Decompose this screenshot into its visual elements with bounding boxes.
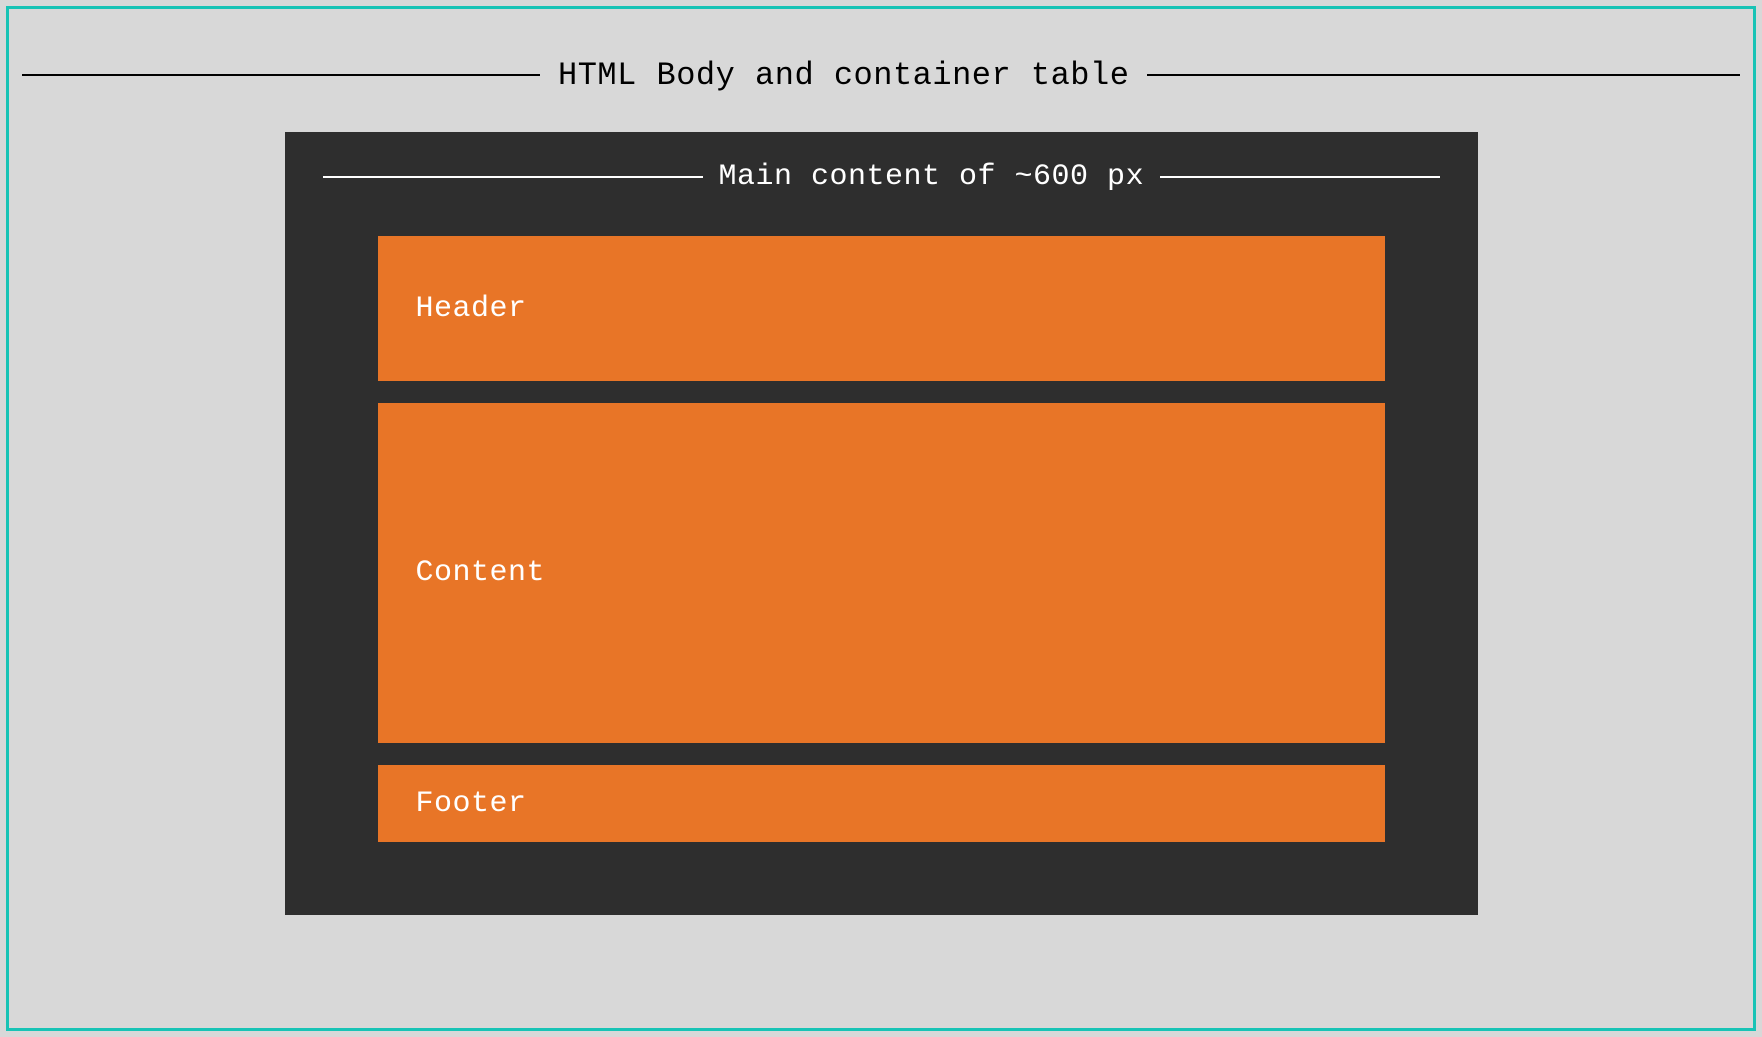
outer-title: HTML Body and container table	[540, 57, 1147, 94]
outer-title-row: HTML Body and container table	[22, 60, 1740, 90]
inner-panel: Main content of ~600 px Header Content F…	[285, 132, 1478, 915]
blocks-container: Header Content Footer	[378, 236, 1385, 842]
content-block-label: Content	[416, 556, 546, 590]
inner-title-line-left	[323, 176, 703, 178]
outer-title-line-right	[1147, 74, 1740, 76]
header-block-label: Header	[416, 292, 527, 326]
inner-title-row: Main content of ~600 px	[323, 160, 1440, 194]
footer-block-label: Footer	[416, 787, 527, 821]
footer-block: Footer	[378, 765, 1385, 842]
outer-container: HTML Body and container table Main conte…	[22, 60, 1740, 1015]
inner-title: Main content of ~600 px	[703, 160, 1161, 194]
outer-title-line-left	[22, 74, 540, 76]
header-block: Header	[378, 236, 1385, 381]
inner-title-line-right	[1160, 176, 1439, 178]
content-block: Content	[378, 403, 1385, 743]
